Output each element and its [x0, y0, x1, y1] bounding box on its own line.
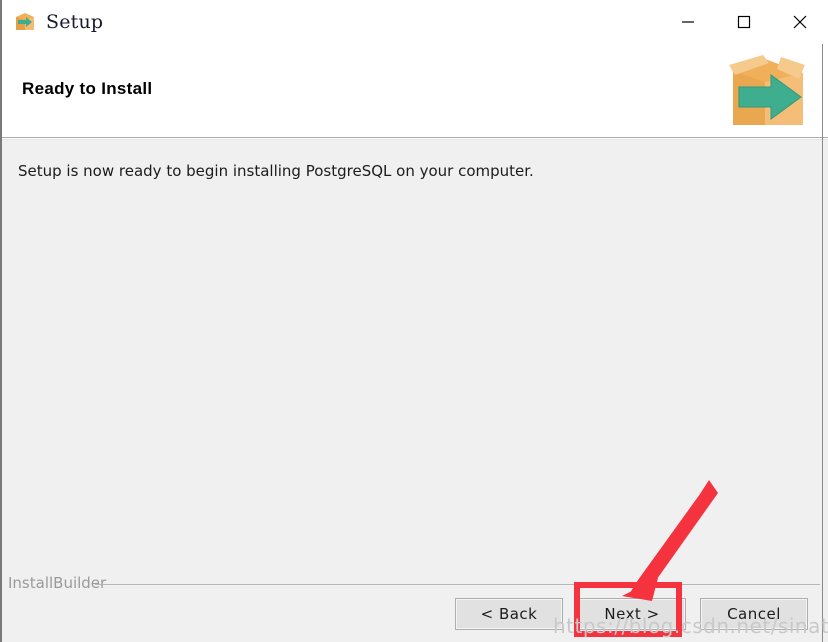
- back-button[interactable]: < Back: [455, 598, 563, 630]
- wizard-header: Ready to Install: [0, 44, 828, 138]
- installbuilder-brand: InstallBuilder: [8, 574, 107, 592]
- window-left-border: [0, 0, 2, 642]
- window-right-border: [822, 44, 823, 642]
- setup-wizard-window: Setup Ready to Install Setup is now read…: [0, 0, 828, 642]
- button-row: < Back Next > Cancel: [0, 598, 828, 632]
- setup-app-icon: [14, 11, 36, 33]
- minimize-icon: [682, 21, 694, 23]
- title-bar: Setup: [0, 0, 828, 44]
- close-icon: [793, 15, 807, 29]
- maximize-icon: [737, 15, 751, 29]
- maximize-button[interactable]: [716, 0, 772, 44]
- page-title: Ready to Install: [22, 79, 153, 98]
- close-button[interactable]: [772, 0, 828, 44]
- footer-divider: [95, 584, 820, 585]
- installer-box-arrow-icon: [719, 49, 811, 135]
- wizard-body: Setup is now ready to begin installing P…: [0, 139, 828, 642]
- minimize-button[interactable]: [660, 0, 716, 44]
- window-controls: [660, 0, 828, 44]
- next-button[interactable]: Next >: [578, 598, 686, 630]
- window-title: Setup: [46, 11, 104, 33]
- cancel-button[interactable]: Cancel: [700, 598, 808, 630]
- ready-message: Setup is now ready to begin installing P…: [18, 162, 534, 180]
